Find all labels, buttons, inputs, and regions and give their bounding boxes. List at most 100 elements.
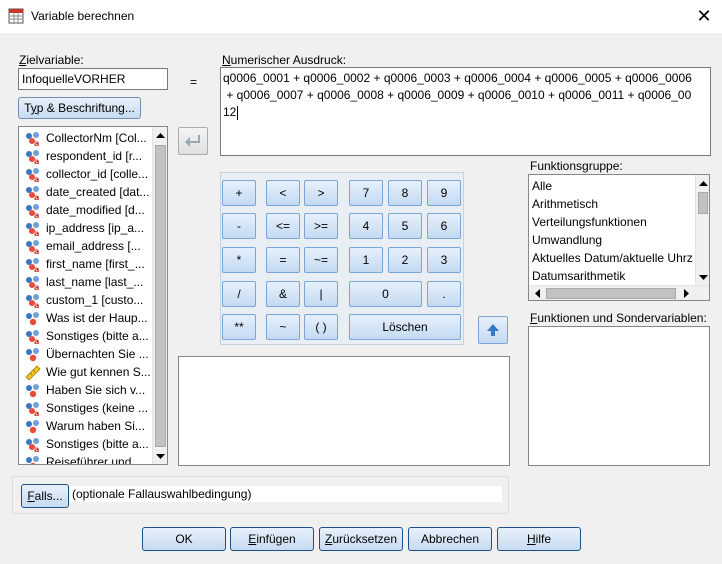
keypad-k5-button[interactable]: 5 bbox=[388, 213, 422, 239]
variable-list-item[interactable]: a email_address [... bbox=[19, 237, 152, 256]
compute-variable-app-icon bbox=[8, 8, 24, 24]
nominal-string-icon: a bbox=[24, 202, 42, 220]
keypad-le-button[interactable]: <= bbox=[266, 213, 300, 239]
variable-list-item-label: Übernachten Sie ... bbox=[46, 347, 149, 361]
variable-list-item[interactable]: Was ist der Haup... bbox=[19, 309, 152, 327]
scroll-thumb[interactable] bbox=[698, 192, 708, 214]
function-group-list[interactable]: Alle Arithmetisch Verteilungsfunktionen Umw… bbox=[528, 174, 710, 301]
keypad-clear-button[interactable]: Löschen bbox=[349, 314, 461, 340]
variable-list-item[interactable]: a ip_address [ip_a... bbox=[19, 219, 152, 238]
scroll-down-arrow-icon[interactable] bbox=[153, 449, 167, 464]
move-to-expression-button[interactable] bbox=[178, 127, 208, 155]
variable-list-item[interactable]: Reiseführer und... bbox=[19, 453, 152, 464]
keypad-k8-button[interactable]: 8 bbox=[388, 180, 422, 206]
variable-list-item[interactable]: a date_created [dat... bbox=[19, 183, 152, 202]
function-group-item[interactable]: Umwandlung bbox=[529, 231, 695, 249]
variable-list-item-label: ip_address [ip_a... bbox=[46, 221, 145, 235]
variable-list-item[interactable]: a Sonstiges (bitte a... bbox=[19, 435, 152, 454]
variable-list-item[interactable]: a last_name [last_... bbox=[19, 273, 152, 292]
expression-textarea[interactable]: q0006_0001 + q0006_0002 + q0006_0003 + q… bbox=[220, 67, 711, 156]
expression-line-2: + q0006_0007 + q0006_0008 + q0006_0009 +… bbox=[223, 88, 692, 102]
paste-button[interactable]: Einfügen bbox=[230, 527, 314, 551]
keypad-pow-button[interactable]: ** bbox=[222, 314, 256, 340]
keypad-k2-button[interactable]: 2 bbox=[388, 247, 422, 273]
type-label-button[interactable]: Typ & Beschriftung... bbox=[18, 97, 141, 119]
keypad-paren-button[interactable]: ( ) bbox=[304, 314, 338, 340]
function-group-hscrollbar[interactable] bbox=[529, 285, 709, 300]
nominal-string-icon: a bbox=[24, 256, 42, 274]
nominal-string-icon: a bbox=[24, 220, 42, 238]
variable-list-item[interactable]: a custom_1 [custo... bbox=[19, 291, 152, 310]
close-icon[interactable]: ✕ bbox=[692, 4, 716, 28]
svg-text:a: a bbox=[34, 337, 39, 344]
keypad-k4-button[interactable]: 4 bbox=[349, 213, 383, 239]
nominal-string-icon: a bbox=[24, 184, 42, 202]
keypad-k0-button[interactable]: 0 bbox=[349, 281, 422, 307]
variable-list-item[interactable]: a Sonstiges (keine ... bbox=[19, 399, 152, 418]
svg-text:a: a bbox=[34, 193, 39, 200]
variable-list-item[interactable]: a date_modified [d... bbox=[19, 201, 152, 220]
variable-list-item[interactable]: a Sonstiges (bitte a... bbox=[19, 327, 152, 346]
nominal-string-icon: a bbox=[24, 238, 42, 256]
scroll-down-arrow-icon[interactable] bbox=[696, 270, 709, 285]
variable-list-item-label: Wie gut kennen S... bbox=[46, 365, 151, 379]
keypad-or-button[interactable]: | bbox=[304, 281, 338, 307]
variable-list-item[interactable]: Übernachten Sie ... bbox=[19, 345, 152, 363]
equals-sign: = bbox=[190, 75, 198, 89]
hscroll-thumb[interactable] bbox=[546, 288, 676, 299]
keypad-plus-button[interactable]: + bbox=[222, 180, 256, 206]
keypad-ge-button[interactable]: >= bbox=[304, 213, 338, 239]
cancel-button[interactable]: Abbrechen bbox=[408, 527, 492, 551]
scroll-thumb[interactable] bbox=[155, 145, 166, 447]
keypad-and-button[interactable]: & bbox=[266, 281, 300, 307]
keypad-eq-button[interactable]: = bbox=[266, 247, 300, 273]
variable-list-item-label: respondent_id [r... bbox=[46, 149, 143, 163]
keypad-not-button[interactable]: ~ bbox=[266, 314, 300, 340]
keypad-k7-button[interactable]: 7 bbox=[349, 180, 383, 206]
scroll-up-arrow-icon[interactable] bbox=[153, 127, 167, 142]
function-group-item[interactable]: Alle bbox=[529, 177, 695, 195]
move-function-button[interactable] bbox=[478, 316, 508, 344]
keypad-lt-button[interactable]: < bbox=[266, 180, 300, 206]
variable-list-item[interactable]: a first_name [first_... bbox=[19, 255, 152, 274]
reset-button[interactable]: Zurücksetzen bbox=[319, 527, 403, 551]
function-group-item[interactable]: Arithmetisch bbox=[529, 195, 695, 213]
svg-text:a: a bbox=[34, 283, 39, 290]
variable-list-item[interactable]: Haben Sie sich v... bbox=[19, 381, 152, 399]
keypad-times-button[interactable]: * bbox=[222, 247, 256, 273]
help-button[interactable]: Hilfe bbox=[497, 527, 581, 551]
expression-line-1: q0006_0001 + q0006_0002 + q0006_0003 + q… bbox=[223, 71, 692, 85]
expression-line-3: 12 bbox=[223, 105, 237, 119]
function-group-item[interactable]: Aktuelles Datum/aktuelle Uhrz bbox=[529, 249, 695, 267]
if-button[interactable]: Falls... bbox=[21, 484, 69, 508]
svg-text:a: a bbox=[34, 175, 39, 182]
keypad-k6-button[interactable]: 6 bbox=[427, 213, 461, 239]
function-group-vscrollbar[interactable] bbox=[695, 175, 709, 285]
target-variable-input[interactable]: InfoquelleVORHER bbox=[18, 68, 168, 90]
scroll-left-arrow-icon[interactable] bbox=[529, 286, 544, 300]
scroll-right-arrow-icon[interactable] bbox=[679, 286, 694, 300]
keypad-dot-button[interactable]: . bbox=[427, 281, 461, 307]
keypad-div-button[interactable]: / bbox=[222, 281, 256, 307]
function-group-item[interactable]: Datumsarithmetik bbox=[529, 267, 695, 285]
variable-list-item[interactable]: a respondent_id [r... bbox=[19, 147, 152, 166]
scroll-up-arrow-icon[interactable] bbox=[696, 175, 709, 190]
text-cursor bbox=[237, 105, 239, 120]
variable-list-item[interactable]: a collector_id [colle... bbox=[19, 165, 152, 184]
keypad-k3-button[interactable]: 3 bbox=[427, 247, 461, 273]
variable-list-item[interactable]: Warum haben Si... bbox=[19, 417, 152, 435]
keypad-minus-button[interactable]: - bbox=[222, 213, 256, 239]
function-group-label: Funktionsgruppe: bbox=[530, 159, 623, 173]
variable-list[interactable]: a CollectorNm [Col... a respondent_id [r...… bbox=[18, 126, 168, 465]
keypad-ne-button[interactable]: ~= bbox=[304, 247, 338, 273]
variable-list-item[interactable]: Wie gut kennen S... bbox=[19, 363, 152, 381]
keypad-gt-button[interactable]: > bbox=[304, 180, 338, 206]
function-group-item[interactable]: Verteilungsfunktionen bbox=[529, 213, 695, 231]
keypad-k1-button[interactable]: 1 bbox=[349, 247, 383, 273]
variable-list-item-label: first_name [first_... bbox=[46, 257, 145, 271]
variable-list-item[interactable]: a CollectorNm [Col... bbox=[19, 129, 152, 148]
keypad-k9-button[interactable]: 9 bbox=[427, 180, 461, 206]
variable-list-scrollbar[interactable] bbox=[152, 127, 167, 464]
ok-button[interactable]: OK bbox=[142, 527, 226, 551]
special-functions-list[interactable] bbox=[528, 326, 710, 466]
